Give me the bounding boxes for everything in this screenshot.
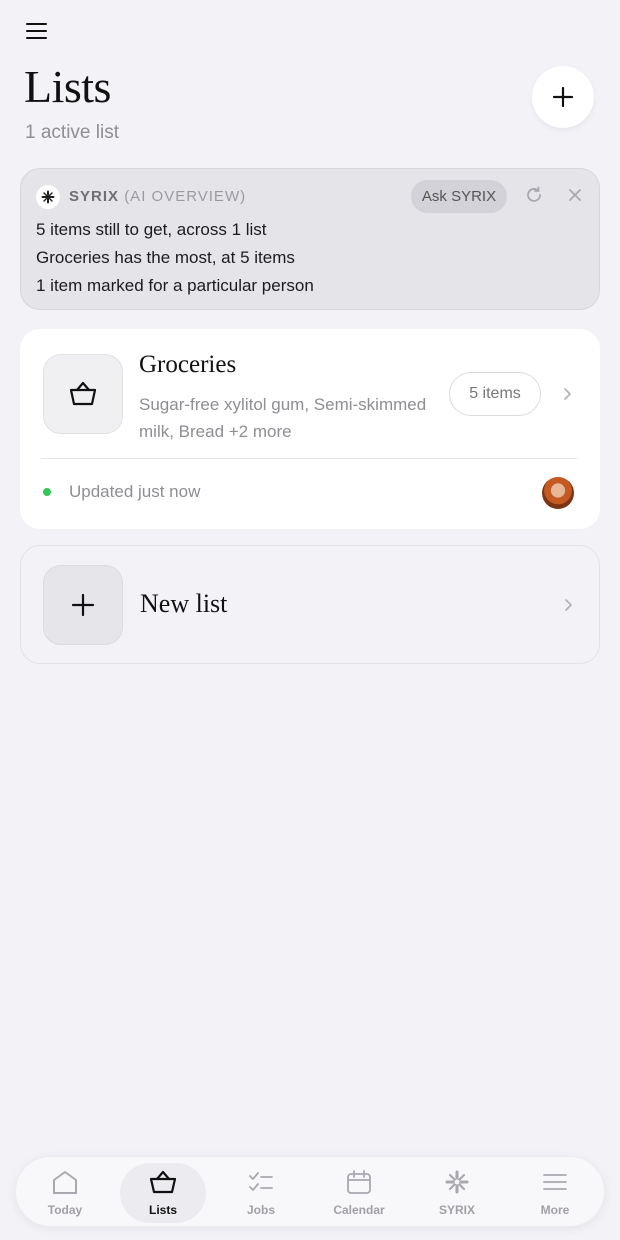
syrix-logo-icon <box>36 185 60 209</box>
nav-item-today[interactable]: Today <box>19 1157 111 1228</box>
nav-item-calendar[interactable]: Calendar <box>313 1157 405 1228</box>
nav-item-lists[interactable]: Lists <box>117 1157 209 1228</box>
add-list-button[interactable] <box>532 66 594 128</box>
new-list-label: New list <box>140 589 228 618</box>
hamburger-icon-bar <box>26 30 47 32</box>
nav-label: Today <box>47 1203 83 1217</box>
ai-summary-line: Groceries has the most, at 5 items <box>36 248 295 267</box>
hamburger-icon-bar <box>26 37 47 39</box>
plus-icon <box>71 593 95 617</box>
nav-label: Lists <box>148 1203 177 1217</box>
ai-summary-line: 1 item marked for a particular person <box>36 276 314 295</box>
avatar[interactable] <box>542 477 574 509</box>
chevron-right-icon <box>565 599 572 611</box>
list-card-groceries[interactable]: Groceries Sugar-free xylitol gum, Semi-s… <box>20 329 600 529</box>
menu-button[interactable] <box>22 18 52 44</box>
nav-item-more[interactable]: More <box>509 1157 601 1228</box>
ask-syrix-button[interactable]: Ask SYRIX <box>411 180 507 213</box>
page-title: Lists <box>24 61 111 112</box>
new-list-button[interactable]: New list <box>20 545 600 664</box>
refresh-icon[interactable] <box>523 184 545 206</box>
more-icon <box>543 1174 567 1190</box>
nav-item-syrix[interactable]: SYRIX <box>411 1157 503 1228</box>
ai-brand-subtitle: (AI OVERVIEW) <box>124 188 247 205</box>
bottom-nav: Today Lists Jobs Calendar SYRIX More <box>15 1156 605 1227</box>
ai-summary-line: 5 items still to get, across 1 list <box>36 220 267 239</box>
chevron-right-icon <box>564 388 571 400</box>
nav-item-jobs[interactable]: Jobs <box>215 1157 307 1228</box>
syrix-icon <box>445 1170 469 1194</box>
list-icon-container <box>43 354 123 434</box>
close-icon[interactable] <box>564 184 586 206</box>
divider <box>41 458 577 459</box>
home-icon <box>53 1171 77 1194</box>
nav-label: More <box>540 1203 570 1217</box>
basket-icon <box>69 381 97 406</box>
checklist-icon <box>249 1172 273 1191</box>
list-preview: Sugar-free xylitol gum, Semi-skimmed mil… <box>139 395 427 441</box>
nav-label: Jobs <box>246 1203 275 1217</box>
status-dot <box>43 488 51 496</box>
page-subtitle: 1 active list <box>25 122 119 143</box>
hamburger-icon-bar <box>26 23 47 25</box>
list-name: Groceries <box>139 351 237 378</box>
ai-brand-label: SYRIX (AI OVERVIEW) <box>69 188 246 205</box>
new-list-icon-container <box>43 565 123 645</box>
basket-icon <box>149 1170 177 1194</box>
items-count-badge: 5 items <box>449 372 541 416</box>
calendar-icon <box>347 1170 371 1194</box>
nav-label: Calendar <box>333 1203 385 1217</box>
nav-label: SYRIX <box>438 1203 475 1217</box>
ai-overview-card: SYRIX (AI OVERVIEW) Ask SYRIX 5 items st… <box>20 168 600 310</box>
ai-brand-name: SYRIX <box>69 188 120 205</box>
updated-status: Updated just now <box>69 482 201 501</box>
plus-icon <box>552 86 574 108</box>
